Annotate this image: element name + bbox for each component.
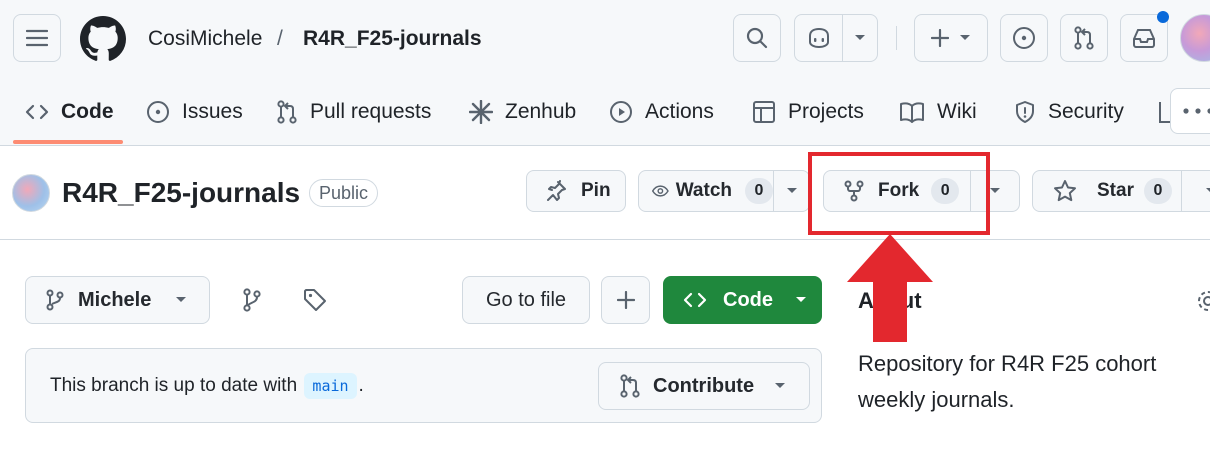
gear-icon[interactable] [1194, 288, 1210, 314]
tag-icon [304, 289, 326, 311]
tab-projects[interactable]: Projects [752, 92, 864, 132]
chevron-down-icon [786, 188, 797, 193]
chevron-down-icon [176, 297, 187, 302]
chevron-down-icon [990, 188, 1000, 193]
branch-select-button[interactable]: Michele [25, 276, 210, 324]
tab-wiki[interactable]: Wiki [899, 92, 977, 132]
tab-label: Security [1048, 100, 1124, 123]
play-icon [610, 101, 632, 123]
inbox-icon [1133, 29, 1155, 48]
repo-title[interactable]: R4R_F25-journals [62, 176, 300, 210]
create-new-button[interactable] [914, 14, 988, 62]
pin-icon [547, 180, 566, 201]
visibility-badge: Public [309, 179, 379, 207]
base-branch-ref[interactable]: main [304, 373, 357, 399]
tab-label: Pull requests [310, 100, 432, 123]
plus-icon [931, 29, 949, 47]
breadcrumb-separator: / [277, 27, 283, 50]
repo-description: Repository for R4R F25 cohort weekly jou… [858, 351, 1157, 412]
header-divider [896, 26, 897, 50]
copilot-icon [808, 27, 829, 49]
git-pull-request-icon [1074, 26, 1094, 50]
git-branch-icon [46, 289, 64, 311]
star-button[interactable]: Star 0 [1032, 170, 1182, 212]
go-to-file-label: Go to file [485, 288, 567, 311]
book-icon [900, 102, 924, 123]
branch-status-text: This branch is up to date with main. [50, 373, 364, 399]
issue-opened-icon [1013, 27, 1035, 49]
chevron-down-icon [796, 297, 806, 302]
hamburger-icon [26, 29, 48, 47]
tab-label: Issues [182, 100, 243, 123]
contribute-label: Contribute [653, 374, 755, 397]
code-icon [683, 292, 707, 308]
tab-issues[interactable]: Issues [146, 92, 243, 132]
branch-name: Michele [78, 288, 152, 311]
tab-security[interactable]: Security [1014, 92, 1124, 132]
git-branch-icon [243, 288, 261, 312]
branch-status-prefix: This branch is up to date with [50, 375, 298, 396]
watch-count: 0 [745, 178, 773, 204]
tab-label: Actions [645, 100, 714, 123]
star-icon [1054, 180, 1076, 202]
eye-icon [652, 185, 669, 197]
github-logo-icon[interactable] [80, 16, 126, 62]
watch-dropdown[interactable] [773, 170, 810, 212]
tags-link[interactable] [303, 288, 329, 312]
star-count: 0 [1143, 178, 1172, 204]
search-button[interactable] [733, 14, 781, 62]
shield-icon [1016, 101, 1034, 123]
breadcrumb-repo[interactable]: R4R_F25-journals [303, 26, 482, 52]
annotation-highlight-box [808, 152, 990, 235]
tab-zenhub[interactable]: Zenhub [469, 92, 576, 132]
title-row-divider [0, 239, 1210, 240]
breadcrumb-owner[interactable]: CosiMichele [148, 26, 262, 52]
code-label: Code [723, 288, 773, 311]
branches-link[interactable] [242, 288, 262, 312]
tab-code[interactable]: Code [25, 92, 114, 132]
issues-button[interactable] [1000, 14, 1048, 62]
repo-owner-avatar[interactable] [12, 174, 50, 212]
git-pull-request-icon [277, 100, 297, 124]
pin-label: Pin [581, 180, 611, 201]
annotation-arrow-up-icon [847, 234, 933, 342]
chevron-down-icon [960, 35, 970, 40]
tab-pull-requests[interactable]: Pull requests [276, 92, 431, 132]
chevron-down-icon [1205, 188, 1210, 193]
branch-status-box: This branch is up to date with main. Con… [25, 348, 822, 423]
tab-label: Code [61, 100, 114, 123]
chevron-down-icon [855, 35, 865, 40]
watch-label: Watch [675, 180, 732, 201]
star-dropdown[interactable] [1181, 170, 1210, 212]
add-file-button[interactable] [601, 276, 650, 324]
pull-requests-button[interactable] [1060, 14, 1108, 62]
star-label: Star [1097, 180, 1134, 201]
copilot-button[interactable] [794, 14, 878, 62]
notification-dot [1157, 11, 1169, 23]
tab-label: Zenhub [505, 100, 577, 123]
more-tabs-button[interactable] [1170, 88, 1210, 134]
watch-button[interactable]: Watch 0 [638, 170, 774, 212]
go-to-file-button[interactable]: Go to file [462, 276, 590, 324]
zenhub-icon [469, 100, 493, 124]
tab-actions[interactable]: Actions [609, 92, 714, 132]
branch-status-suffix: . [358, 375, 364, 396]
code-dropdown-button[interactable]: Code [663, 276, 822, 324]
menu-button[interactable] [13, 14, 61, 62]
table-icon [753, 101, 775, 123]
tab-selected-indicator [13, 140, 123, 144]
kebab-horizontal-icon [1183, 108, 1210, 114]
pin-button[interactable]: Pin [526, 170, 626, 212]
issue-opened-icon [147, 101, 169, 123]
tab-label: Wiki [937, 100, 977, 123]
tab-label: Projects [788, 100, 864, 123]
plus-icon [616, 291, 635, 309]
contribute-button[interactable]: Contribute [598, 362, 810, 410]
code-icon [25, 104, 49, 120]
git-pull-request-icon [620, 374, 640, 398]
chevron-down-icon [775, 383, 786, 388]
search-icon [746, 27, 768, 49]
